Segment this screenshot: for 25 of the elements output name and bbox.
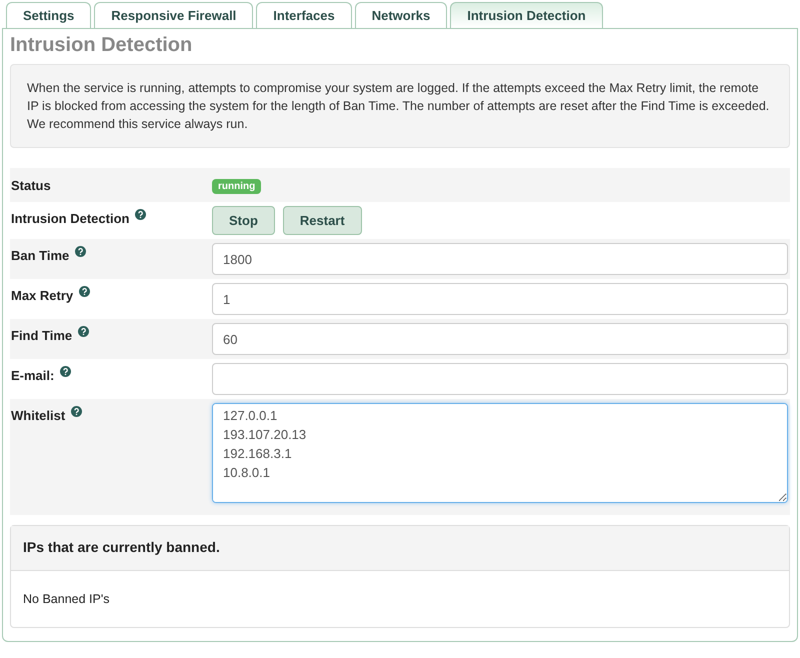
field-label: Max Retry xyxy=(11,287,74,305)
whitelist-field[interactable]: 127.0.0.1 193.107.20.13 192.168.3.1 10.8.0.1 xyxy=(212,403,788,503)
tab[interactable]: Intrusion Detection xyxy=(450,2,603,28)
service-button[interactable]: Restart xyxy=(282,206,362,235)
tab[interactable]: Responsive Firewall xyxy=(94,2,254,28)
field-label: Intrusion Detection xyxy=(11,210,130,228)
text-field[interactable] xyxy=(212,363,788,395)
banned-text: No Banned IP's xyxy=(23,592,110,606)
tab[interactable]: Interfaces xyxy=(256,2,352,28)
field-label: Find Time xyxy=(11,327,72,345)
info-text: We recommend this service always run. xyxy=(27,116,249,133)
field-label: Ban Time xyxy=(11,247,70,265)
info-text: When the service is running, attempts to compromise your system are logged. If the attempts exceed the Max Retry limit, the remote IP is blocked from accessing the system for the length of Ban Time. The number of attempts are reset after the Find Time is exceeded. xyxy=(27,80,770,115)
text-field[interactable]: 60 xyxy=(212,323,788,355)
panel-title: IPs that are currently banned. xyxy=(23,539,220,555)
text-field[interactable]: 1800 xyxy=(212,243,788,275)
page-title: Intrusion Detection xyxy=(10,33,194,58)
service-button[interactable]: Stop xyxy=(212,206,275,235)
text-field[interactable]: 1 xyxy=(212,283,788,315)
field-label: Whitelist xyxy=(11,407,66,425)
field-label: E-mail: xyxy=(11,367,54,385)
tab[interactable]: Settings xyxy=(6,2,92,28)
field-label: Status xyxy=(11,177,51,195)
tab[interactable]: Networks xyxy=(354,2,448,28)
status-badge: running xyxy=(212,179,262,194)
